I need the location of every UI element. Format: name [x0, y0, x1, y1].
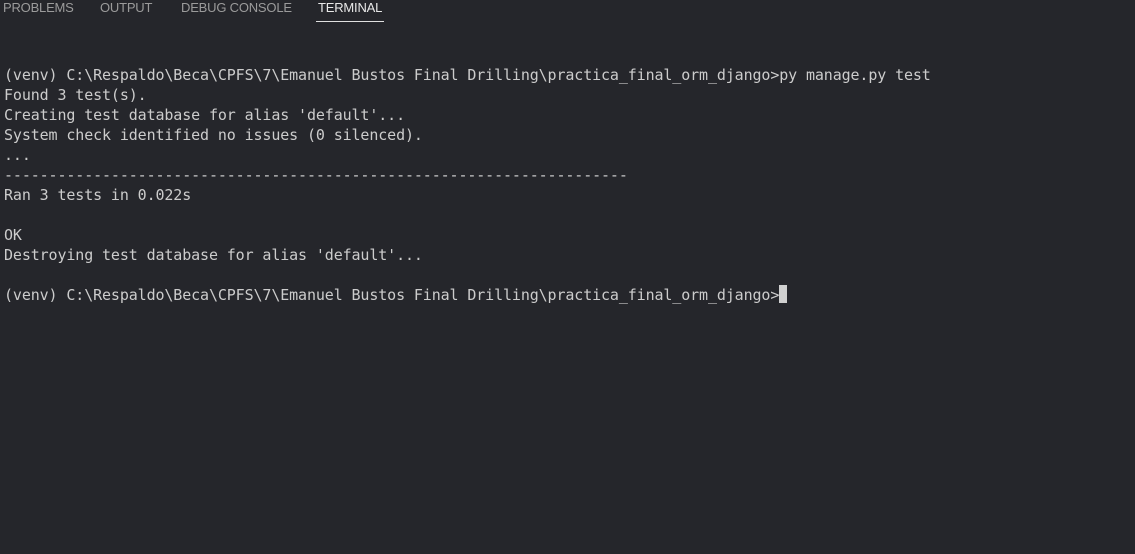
terminal-line-ran: Ran 3 tests in 0.022s — [4, 186, 192, 204]
terminal-prompt: (venv) C:\Respaldo\Beca\CPFS\7\Emanuel B… — [4, 286, 780, 304]
tab-output[interactable]: OUTPUT — [100, 0, 152, 23]
panel-tab-bar: PROBLEMS OUTPUT DEBUG CONSOLE TERMINAL — [0, 0, 1135, 24]
terminal-line-dots: ... — [4, 146, 31, 164]
terminal-line-destroying: Destroying test database for alias 'defa… — [4, 246, 423, 264]
tab-debug-console[interactable]: DEBUG CONSOLE — [181, 0, 292, 23]
terminal-prompt-line[interactable]: (venv) C:\Respaldo\Beca\CPFS\7\Emanuel B… — [4, 285, 788, 305]
terminal-line-found: Found 3 test(s). — [4, 86, 147, 104]
terminal-line-creating: Creating test database for alias 'defaul… — [4, 106, 405, 124]
terminal-output[interactable]: (venv) C:\Respaldo\Beca\CPFS\7\Emanuel B… — [0, 24, 1135, 554]
tab-terminal[interactable]: TERMINAL — [315, 0, 385, 23]
terminal-line-separator: ----------------------------------------… — [4, 166, 628, 184]
terminal-line-ok: OK — [4, 226, 22, 244]
tab-problems[interactable]: PROBLEMS — [3, 0, 74, 23]
terminal-line-command: (venv) C:\Respaldo\Beca\CPFS\7\Emanuel B… — [4, 66, 931, 84]
terminal-cursor — [779, 285, 788, 303]
terminal-line-system-check: System check identified no issues (0 sil… — [4, 126, 423, 144]
